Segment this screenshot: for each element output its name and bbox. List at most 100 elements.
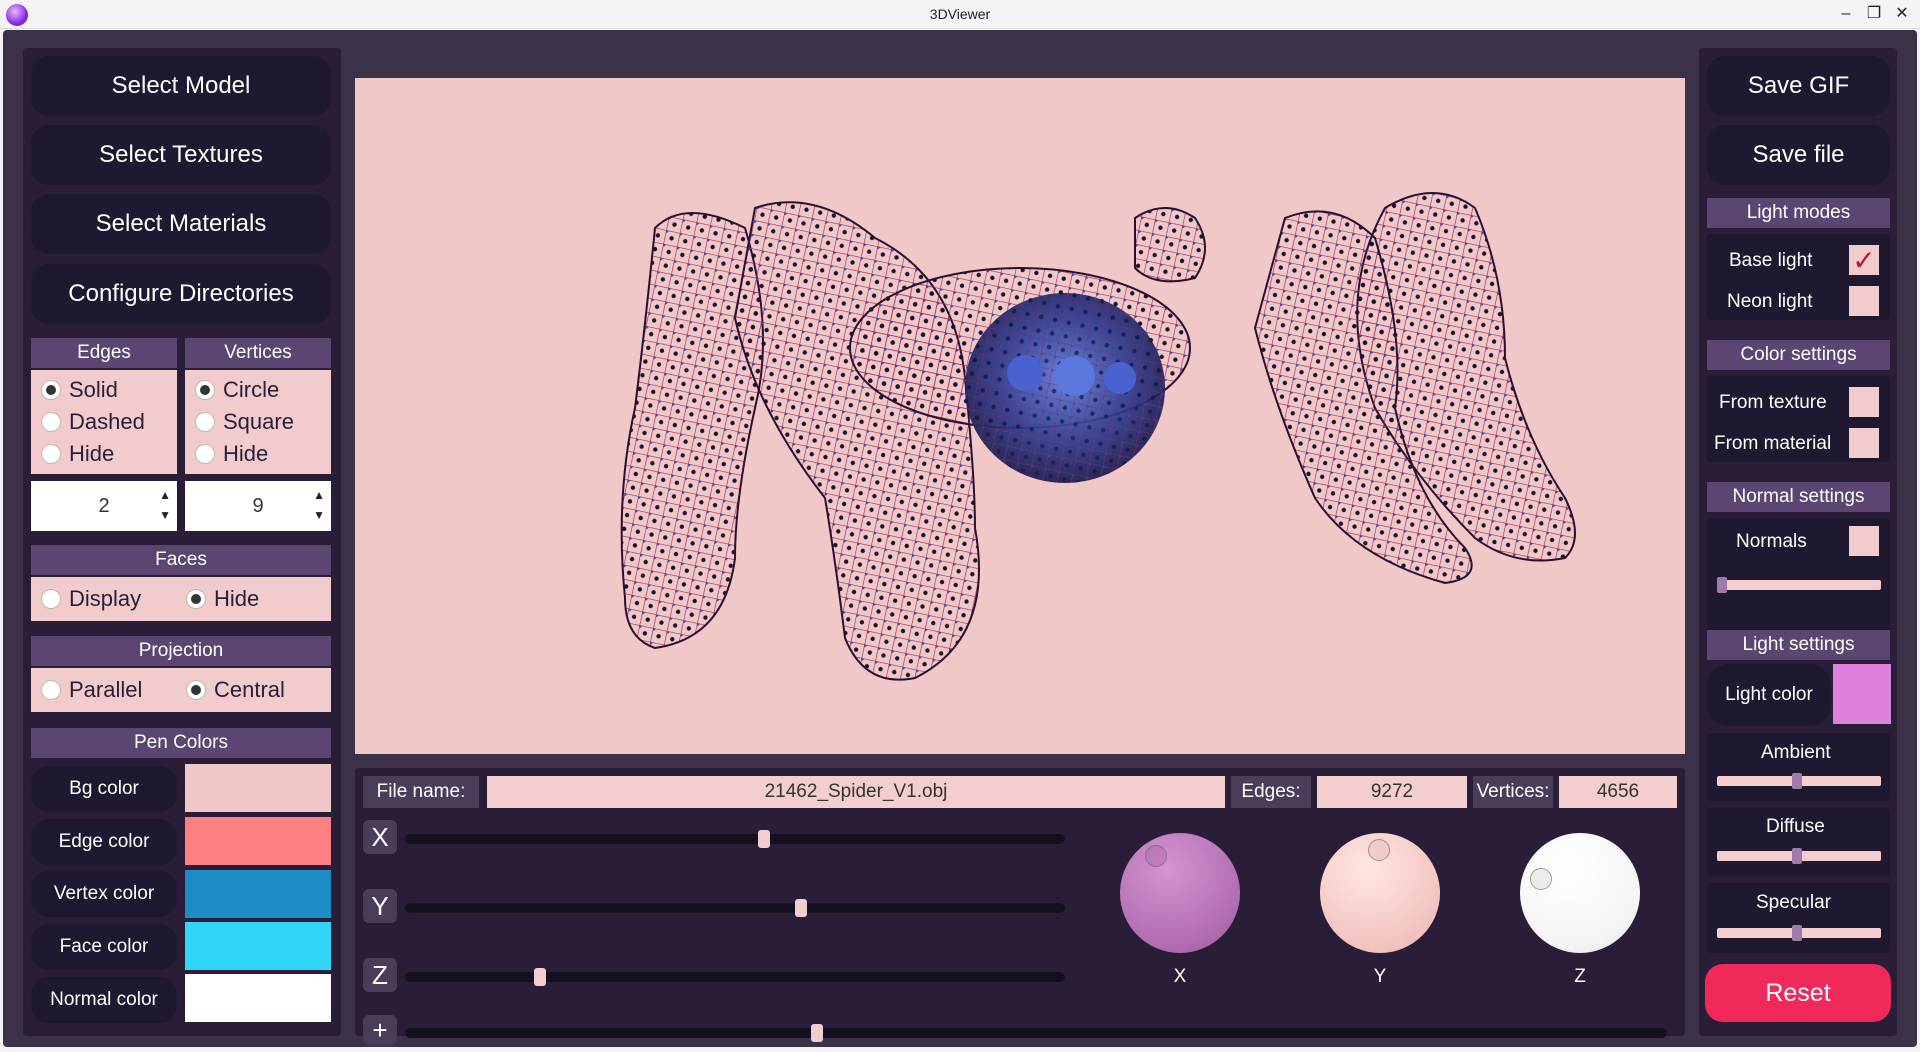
configure-directories-button[interactable]: Configure Directories [31,264,331,324]
light-modes-header: Light modes [1707,198,1890,228]
save-gif-button[interactable]: Save GIF [1707,56,1890,116]
vertices-header: Vertices [185,338,331,368]
faces-display-option[interactable]: Display [31,583,176,615]
projection-options: Parallel Central [31,668,331,712]
bg-color-button[interactable]: Bg color [31,766,177,812]
vertex-size-spinbox[interactable]: 9 ▲ ▼ [185,481,331,531]
edge-color-button[interactable]: Edge color [31,819,177,865]
normal-color-swatch[interactable] [185,974,331,1022]
rotate-x-slider-handle[interactable] [758,830,770,848]
vertices-square-option[interactable]: Square [185,406,331,438]
base-light-checkbox[interactable]: ✓ [1849,245,1879,276]
ambient-slider-handle[interactable] [1792,773,1802,789]
scale-slider-handle[interactable] [811,1024,823,1042]
from-texture-label: From texture [1719,392,1827,413]
select-textures-button[interactable]: Select Textures [31,125,331,185]
light-z-label: Z [1574,966,1586,987]
edge-thickness-spinbox[interactable]: 2 ▲ ▼ [31,481,177,531]
reset-button[interactable]: Reset [1705,964,1891,1022]
from-texture-checkbox[interactable] [1849,387,1879,417]
light-color-button[interactable]: Light color [1707,664,1831,726]
model-viewport[interactable] [355,78,1685,754]
close-button[interactable]: ✕ [1894,4,1910,24]
specular-slider-handle[interactable] [1792,925,1802,941]
vertex-color-swatch[interactable] [185,870,331,918]
left-panel: Select Model Select Textures Select Mate… [23,48,341,1036]
light-z-dial[interactable] [1520,833,1640,953]
rotate-y-slider[interactable] [405,903,1065,913]
light-x-label: X [1173,966,1187,987]
vertices-circle-option[interactable]: Circle [185,374,331,406]
light-color-swatch[interactable] [1833,664,1891,724]
rotate-x-label: X [363,820,397,854]
radio-icon[interactable] [195,444,215,464]
edges-count-label: Edges: [1231,776,1311,808]
rotate-z-slider-handle[interactable] [534,968,546,986]
faces-hide-option[interactable]: Hide [176,583,259,615]
rotate-y-slider-handle[interactable] [795,899,807,917]
edges-options: Solid Dashed Hide [31,370,177,474]
file-name-label: File name: [363,776,479,808]
bottom-panel: File name: 21462_Spider_V1.obj Edges: 92… [355,768,1685,1045]
normal-length-slider[interactable] [1717,580,1881,590]
radio-icon[interactable] [41,412,61,432]
edge-color-swatch[interactable] [185,817,331,865]
projection-header: Projection [31,636,331,666]
edges-header: Edges [31,338,177,368]
normal-length-slider-handle[interactable] [1717,577,1727,593]
edges-solid-option[interactable]: Solid [31,374,177,406]
edges-dashed-option[interactable]: Dashed [31,406,177,438]
select-model-button[interactable]: Select Model [31,56,331,116]
restore-button[interactable]: ❐ [1866,4,1882,24]
rotate-z-label: Z [363,958,397,992]
radio-selected-icon[interactable] [186,589,206,609]
bg-color-swatch[interactable] [185,764,331,812]
radio-selected-icon[interactable] [186,680,206,700]
minimize-button[interactable]: – [1838,4,1854,24]
dial-handle[interactable] [1145,845,1167,867]
vertex-color-button[interactable]: Vertex color [31,871,177,917]
face-color-swatch[interactable] [185,922,331,970]
radio-selected-icon[interactable] [195,380,215,400]
radio-selected-icon[interactable] [41,380,61,400]
spin-arrows-icon[interactable]: ▲ ▼ [159,485,171,525]
window-title: 3DViewer [929,6,991,22]
vertices-count-label: Vertices: [1473,776,1553,808]
light-settings-header: Light settings [1707,630,1890,660]
radio-icon[interactable] [195,412,215,432]
radio-icon[interactable] [41,589,61,609]
radio-icon[interactable] [41,680,61,700]
ambient-label: Ambient [1761,742,1831,763]
app-frame: Select Model Select Textures Select Mate… [3,30,1917,1047]
spin-arrows-icon[interactable]: ▲ ▼ [313,485,325,525]
light-y-dial[interactable] [1320,833,1440,953]
projection-central-option[interactable]: Central [176,674,285,706]
neon-light-checkbox[interactable] [1849,286,1879,316]
specular-label: Specular [1756,892,1831,913]
radio-icon[interactable] [41,444,61,464]
right-panel: Save GIF Save file Light modes Base ligh… [1699,48,1897,1036]
edges-hide-option[interactable]: Hide [31,438,177,470]
face-color-button[interactable]: Face color [31,924,177,970]
title-bar: 3DViewer – ❐ ✕ [0,0,1920,29]
faces-options: Display Hide [31,577,331,621]
select-materials-button[interactable]: Select Materials [31,194,331,254]
light-x-dial[interactable] [1120,833,1240,953]
save-file-button[interactable]: Save file [1707,125,1890,185]
scale-label: + [363,1015,397,1045]
rotate-z-slider[interactable] [405,972,1065,982]
normal-color-button[interactable]: Normal color [31,977,177,1023]
scale-slider[interactable] [405,1028,1667,1038]
vertices-hide-option[interactable]: Hide [185,438,331,470]
vertices-count-value: 4656 [1559,776,1677,808]
light-y-label: Y [1373,966,1387,987]
normals-checkbox[interactable] [1849,526,1879,556]
dial-handle[interactable] [1530,868,1552,890]
projection-parallel-option[interactable]: Parallel [31,674,176,706]
neon-light-label: Neon light [1727,291,1813,312]
diffuse-slider-handle[interactable] [1792,848,1802,864]
dial-handle[interactable] [1368,839,1390,861]
rotate-x-slider[interactable] [405,834,1065,844]
diffuse-label: Diffuse [1766,816,1825,837]
from-material-checkbox[interactable] [1849,428,1879,458]
